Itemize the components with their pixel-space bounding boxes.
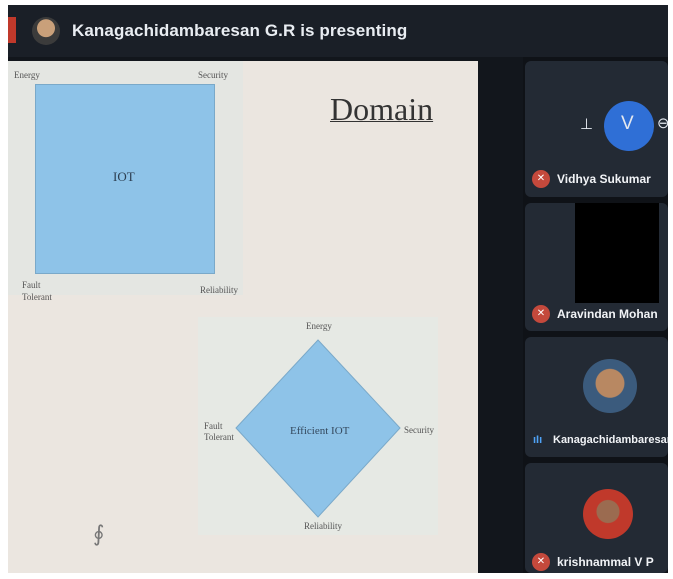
mic-off-icon: ✕ [532,170,550,188]
diamond-diagram: Energy Fault Tolerant Security Reliabili… [198,317,438,535]
participant-name: Aravindan Mohan [557,307,658,321]
efficient-iot-label: Efficient IOT [290,425,350,437]
square-corner-energy: Energy [14,70,40,80]
mic-off-icon: ✕ [532,305,550,323]
video-feed [575,203,659,303]
participants-panel: ⊥ V ⊖ ✕ Vidhya Sukumar ✕ Aravindan Mohan… [523,57,668,573]
diamond-label-security: Security [404,425,434,435]
presenting-bar: Kanagachidambaresan G.R is presenting [8,5,668,57]
slide-scribble: ∮ [93,521,105,546]
square-corner-security: Security [198,70,228,80]
diamond-label-fault-tolerant: Fault Tolerant [204,421,234,442]
pin-icon[interactable]: ⊥ [580,115,593,133]
presenter-avatar [32,17,60,45]
diamond-label-reliability: Reliability [304,521,342,531]
iot-label: IOT [113,169,135,184]
speaking-icon: ıIı [533,434,543,446]
slide-title: Domain [330,91,434,127]
presenting-banner-text: Kanagachidambaresan G.R is presenting [72,21,408,40]
participant-name: Vidhya Sukumar [557,172,651,186]
participant-tile-vidhya[interactable]: ⊥ V ⊖ ✕ Vidhya Sukumar [525,61,668,197]
avatar [583,359,637,413]
mic-off-icon: ✕ [532,553,550,571]
square-corner-fault-tolerant: Fault Tolerant [22,280,52,302]
participant-name: krishnammal V P [557,555,654,569]
diamond-label-energy: Energy [306,321,332,331]
participant-tile-aravindan[interactable]: ✕ Aravindan Mohan [525,203,668,331]
participant-name: Kanagachidambaresan G.R [553,434,668,446]
presenting-indicator [8,17,16,43]
spotlight-icon[interactable]: V [621,113,634,135]
avatar [583,489,633,539]
participant-tile-kanaga[interactable]: ıIı Kanagachidambaresan G.R [525,337,668,457]
shared-slide: Energy Security IOT Fault Tolerant Relia… [8,61,478,573]
square-diagram: Energy Security IOT Fault Tolerant Relia… [8,61,243,302]
remove-icon[interactable]: ⊖ [657,114,668,132]
tile-hover-controls: ⊥ V ⊖ [580,99,668,153]
participant-tile-krishnammal[interactable]: ✕ krishnammal V P [525,463,668,573]
meeting-window: Kanagachidambaresan G.R is presenting En… [8,5,668,573]
square-corner-reliability: Reliability [200,285,238,295]
